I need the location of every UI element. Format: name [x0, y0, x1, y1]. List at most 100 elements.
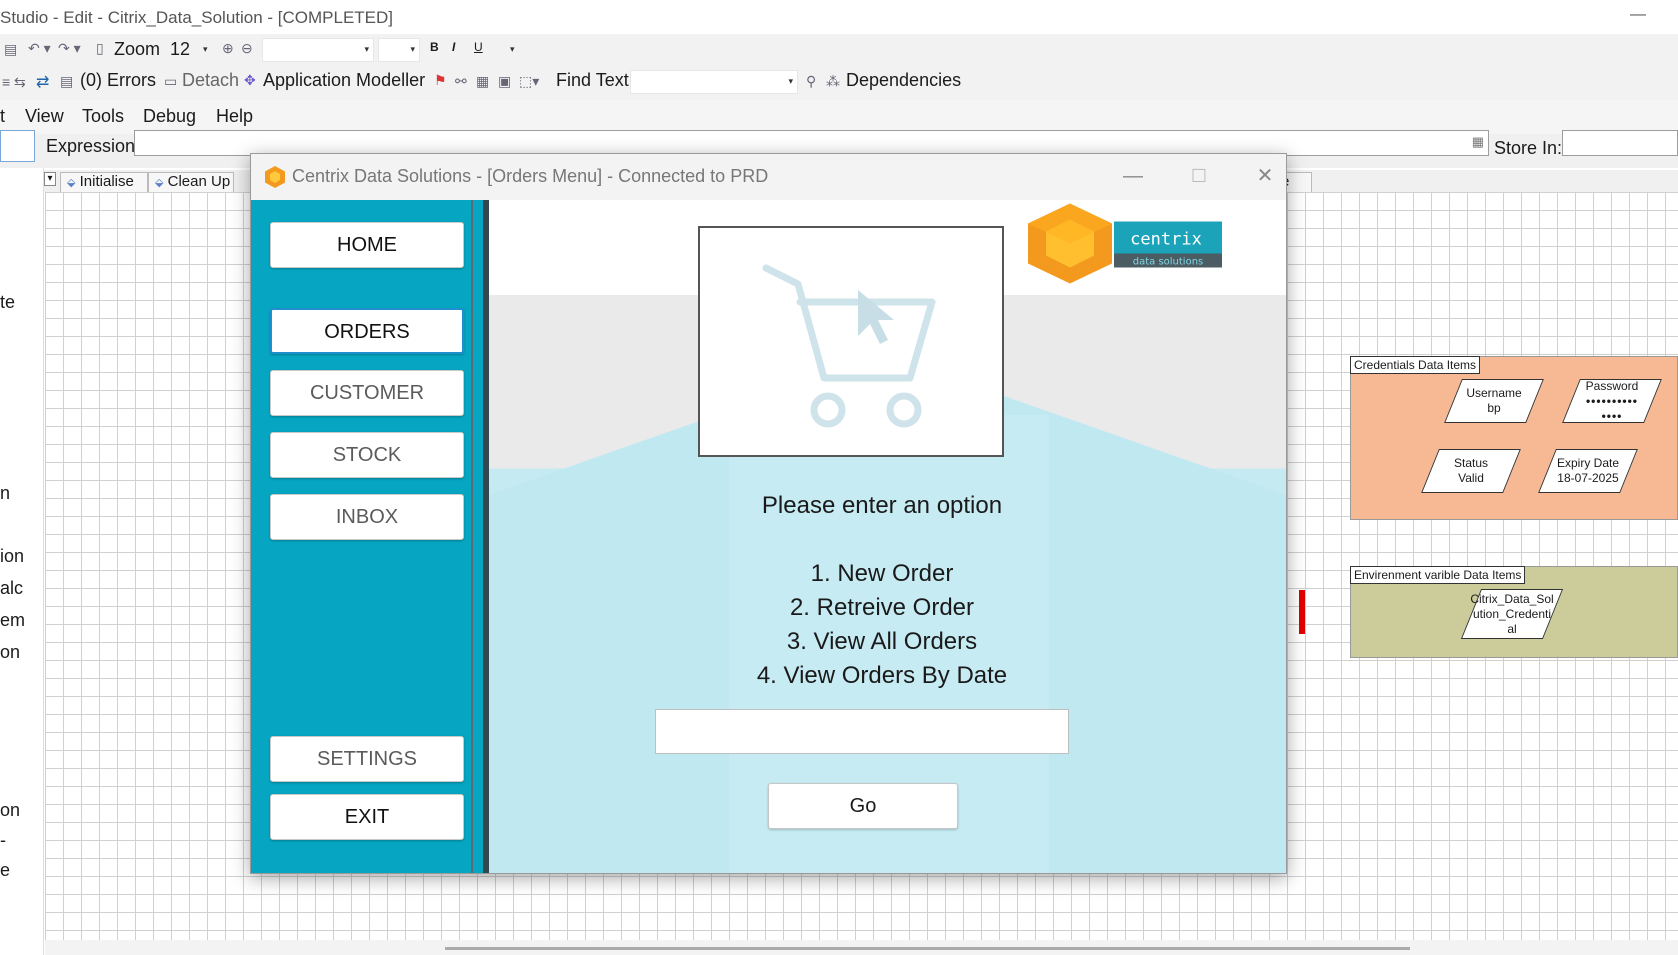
flag-icon[interactable]: ⚑	[434, 72, 447, 89]
block-label: Envirenment varible Data Items	[1350, 566, 1526, 584]
page-setup-icon[interactable]: ▯	[96, 40, 104, 57]
page-icon: ⬙	[67, 177, 76, 189]
store-in-input[interactable]	[1562, 130, 1678, 156]
application-modeller-button[interactable]: Application Modeller	[263, 70, 425, 91]
logo-wordmark: centrix	[1130, 230, 1202, 250]
go-button[interactable]: Go	[768, 783, 958, 829]
refresh-icon[interactable]: ⇄	[36, 72, 49, 92]
zoom-label: Zoom	[114, 39, 161, 59]
binoculars-icon[interactable]: ⚲	[806, 73, 816, 90]
select-icon[interactable]: ⬚▾	[519, 73, 539, 90]
option-3: 3. View All Orders	[786, 628, 978, 655]
sidebar-divider	[471, 200, 473, 873]
app-close-button[interactable]: ✕	[1245, 162, 1285, 192]
studio-minimize-button[interactable]: —	[1630, 6, 1646, 24]
errors-icon: ▤	[60, 73, 74, 89]
pane-item[interactable]: on	[0, 800, 20, 821]
tab-label: Clean Up	[167, 173, 231, 190]
detach-button[interactable]: Detach	[182, 70, 239, 91]
underline-button[interactable]: U	[474, 40, 483, 54]
page-icon: ⬙	[155, 177, 164, 189]
paste-icon[interactable]: ▤	[4, 41, 17, 58]
data-item-status[interactable]: Status Valid	[1421, 449, 1521, 493]
studio-menubar: t View Tools Debug Help	[0, 100, 1678, 134]
nav-inbox-button[interactable]: INBOX	[270, 494, 464, 540]
app-maximize-button[interactable]: ☐	[1179, 162, 1219, 192]
zoom-dropdown-icon[interactable]: ▾	[203, 44, 208, 55]
zoom-out-icon[interactable]: ⊖	[241, 40, 253, 57]
pane-item[interactable]: n	[0, 483, 10, 504]
tab-label: Initialise	[79, 173, 134, 190]
data-item-password[interactable]: Password •••••••••• ••••	[1562, 378, 1662, 423]
pane-item[interactable]: ion	[0, 546, 24, 567]
data-item-name: Expiry Date	[1556, 456, 1620, 470]
data-item-value: Valid	[1458, 471, 1484, 485]
nav-customer-button[interactable]: CUSTOMER	[270, 370, 464, 416]
find-text-input[interactable]: ▾	[630, 70, 798, 94]
tabs-dropdown-icon[interactable]: ▾	[44, 172, 56, 186]
watch-icon[interactable]: ▦	[476, 73, 489, 90]
nav-stock-button[interactable]: STOCK	[270, 432, 464, 478]
link-end-marker	[1299, 590, 1305, 634]
studio-toolbar-format: ▤ ↶ ▾ ↷ ▾ ▯ Zoom 12 ▾ ⊕ ⊖ ▾ ▾ B I U ▾	[0, 34, 1678, 66]
pane-item[interactable]: te	[0, 292, 15, 313]
undo-icon[interactable]: ↶ ▾	[28, 40, 51, 57]
menu-item-tools[interactable]: Tools	[82, 106, 124, 127]
dependencies-icon: ⁂	[826, 73, 840, 89]
nav-home-button[interactable]: HOME	[270, 222, 464, 268]
expression-builder-icon[interactable]: ▦	[1472, 134, 1484, 150]
detach-icon: ▭	[164, 73, 178, 89]
logo-tagline: data solutions	[1133, 257, 1204, 268]
errors-button[interactable]: (0) Errors	[80, 70, 156, 91]
zoom-in-icon[interactable]: ⊕	[222, 40, 234, 57]
font-family-select[interactable]: ▾	[262, 38, 374, 62]
font-size-select[interactable]: ▾	[378, 38, 420, 62]
redo-icon[interactable]: ↷ ▾	[58, 40, 81, 57]
nav-settings-button[interactable]: SETTINGS	[270, 736, 464, 782]
store-in-label: Store In:	[1494, 138, 1563, 158]
data-item-value: •••••••••• ••••	[1585, 393, 1638, 423]
tab-initialise[interactable]: ⬙ Initialise	[60, 172, 148, 192]
data-item-name: Status	[1453, 456, 1489, 470]
menu-item-view[interactable]: View	[25, 106, 64, 127]
bold-button[interactable]: B	[430, 40, 439, 54]
chain-icon[interactable]: ⚯	[455, 73, 467, 90]
menu-item-edit[interactable]: t	[0, 106, 5, 127]
zoom-value[interactable]: 12	[170, 39, 190, 60]
tab-clean-up[interactable]: ⬙ Clean Up	[148, 172, 234, 192]
data-item-value: bp	[1487, 401, 1501, 415]
menu-item-debug[interactable]: Debug	[143, 106, 196, 127]
shopping-cart-icon	[762, 264, 936, 428]
environment-data-block[interactable]: Envirenment varible Data Items Citrix_Da…	[1350, 566, 1678, 658]
option-prompt: Please enter an option	[761, 492, 1003, 519]
option-input[interactable]	[655, 709, 1069, 754]
app-title-bar[interactable]: Centrix Data Solutions - [Orders Menu] -…	[251, 154, 1286, 200]
data-item-value: 18-07-2025	[1557, 471, 1619, 485]
pane-item[interactable]: alc	[0, 578, 23, 599]
pane-item[interactable]: -	[0, 830, 6, 851]
nav-orders-button[interactable]: ORDERS	[270, 308, 464, 354]
left-object-pane: te n ion alc em on on - e	[0, 168, 44, 955]
grid-icon[interactable]: ▣	[498, 73, 511, 90]
dependencies-button[interactable]: Dependencies	[846, 70, 961, 91]
data-item-expiry-date[interactable]: Expiry Date 18-07-2025	[1538, 449, 1638, 493]
italic-button[interactable]: I	[452, 40, 455, 54]
pane-item[interactable]: em	[0, 610, 25, 631]
data-item-name: Password	[1585, 378, 1639, 393]
app-minimize-button[interactable]: —	[1113, 162, 1153, 192]
tool-icon[interactable]: ≡	[2, 74, 10, 90]
link-icon[interactable]: ⇆	[14, 74, 26, 91]
data-item-username[interactable]: Username bp	[1444, 379, 1544, 423]
page-selector[interactable]	[0, 130, 35, 162]
horizontal-scrollbar[interactable]	[445, 947, 1410, 950]
credentials-data-block[interactable]: Credentials Data Items Username bp Passwo…	[1350, 356, 1678, 520]
application-modeller-icon: ✥	[244, 72, 256, 88]
color-dropdown-icon[interactable]: ▾	[510, 44, 515, 55]
menu-item-help[interactable]: Help	[216, 106, 253, 127]
pane-item[interactable]: e	[0, 860, 10, 881]
chevron-down-icon: ▾	[364, 44, 369, 54]
nav-exit-button[interactable]: EXIT	[270, 794, 464, 840]
pane-item[interactable]: on	[0, 642, 20, 663]
orders-hero-image	[698, 226, 1004, 457]
data-item-citrix-credential[interactable]: Citrix_Data_Sol ution_Credenti al	[1460, 589, 1564, 639]
